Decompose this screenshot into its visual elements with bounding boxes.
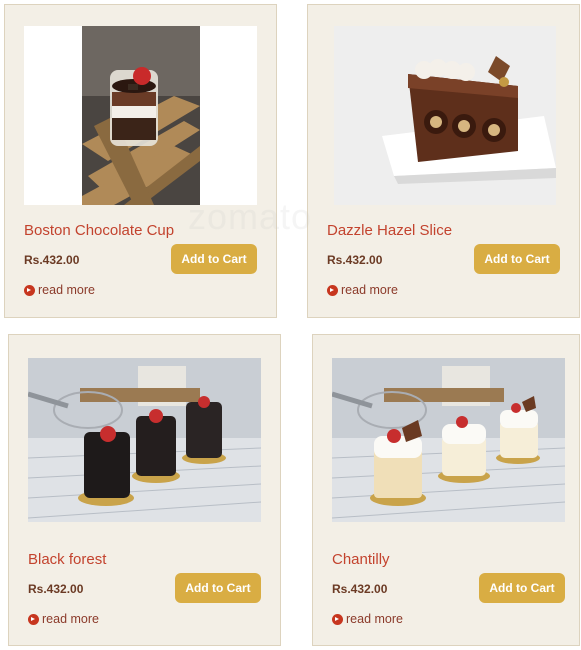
product-title[interactable]: Chantilly — [332, 551, 390, 568]
read-more-label: read more — [341, 283, 398, 297]
circle-arrow-right-icon — [24, 284, 35, 296]
read-more-link[interactable]: read more — [24, 283, 95, 297]
product-image-dazzle-hazel-slice[interactable] — [334, 26, 556, 205]
product-price: Rs.432.00 — [327, 253, 383, 267]
product-image-black-forest[interactable] — [28, 358, 261, 522]
read-more-link[interactable]: read more — [327, 283, 398, 297]
product-card: Dazzle Hazel Slice Rs.432.00 Add to Cart… — [307, 4, 580, 318]
add-to-cart-button[interactable]: Add to Cart — [479, 573, 565, 603]
circle-arrow-right-icon — [28, 613, 39, 625]
read-more-link[interactable]: read more — [332, 612, 403, 626]
read-more-label: read more — [346, 612, 403, 626]
add-to-cart-button[interactable]: Add to Cart — [474, 244, 560, 274]
read-more-link[interactable]: read more — [28, 612, 99, 626]
circle-arrow-right-icon — [332, 613, 343, 625]
product-price: Rs.432.00 — [332, 582, 388, 596]
product-card: Black forest Rs.432.00 Add to Cart read … — [8, 334, 281, 646]
circle-arrow-right-icon — [327, 284, 338, 296]
product-title[interactable]: Dazzle Hazel Slice — [327, 222, 452, 239]
read-more-label: read more — [38, 283, 95, 297]
product-image-chantilly[interactable] — [332, 358, 565, 522]
add-to-cart-button[interactable]: Add to Cart — [171, 244, 257, 274]
product-title[interactable]: Black forest — [28, 551, 106, 568]
product-card: Boston Chocolate Cup Rs.432.00 Add to Ca… — [4, 4, 277, 318]
product-price: Rs.432.00 — [28, 582, 84, 596]
product-title[interactable]: Boston Chocolate Cup — [24, 222, 174, 239]
add-to-cart-button[interactable]: Add to Cart — [175, 573, 261, 603]
product-price: Rs.432.00 — [24, 253, 80, 267]
read-more-label: read more — [42, 612, 99, 626]
product-card: Chantilly Rs.432.00 Add to Cart read mor… — [312, 334, 580, 646]
product-image-boston-chocolate-cup[interactable] — [24, 26, 257, 205]
